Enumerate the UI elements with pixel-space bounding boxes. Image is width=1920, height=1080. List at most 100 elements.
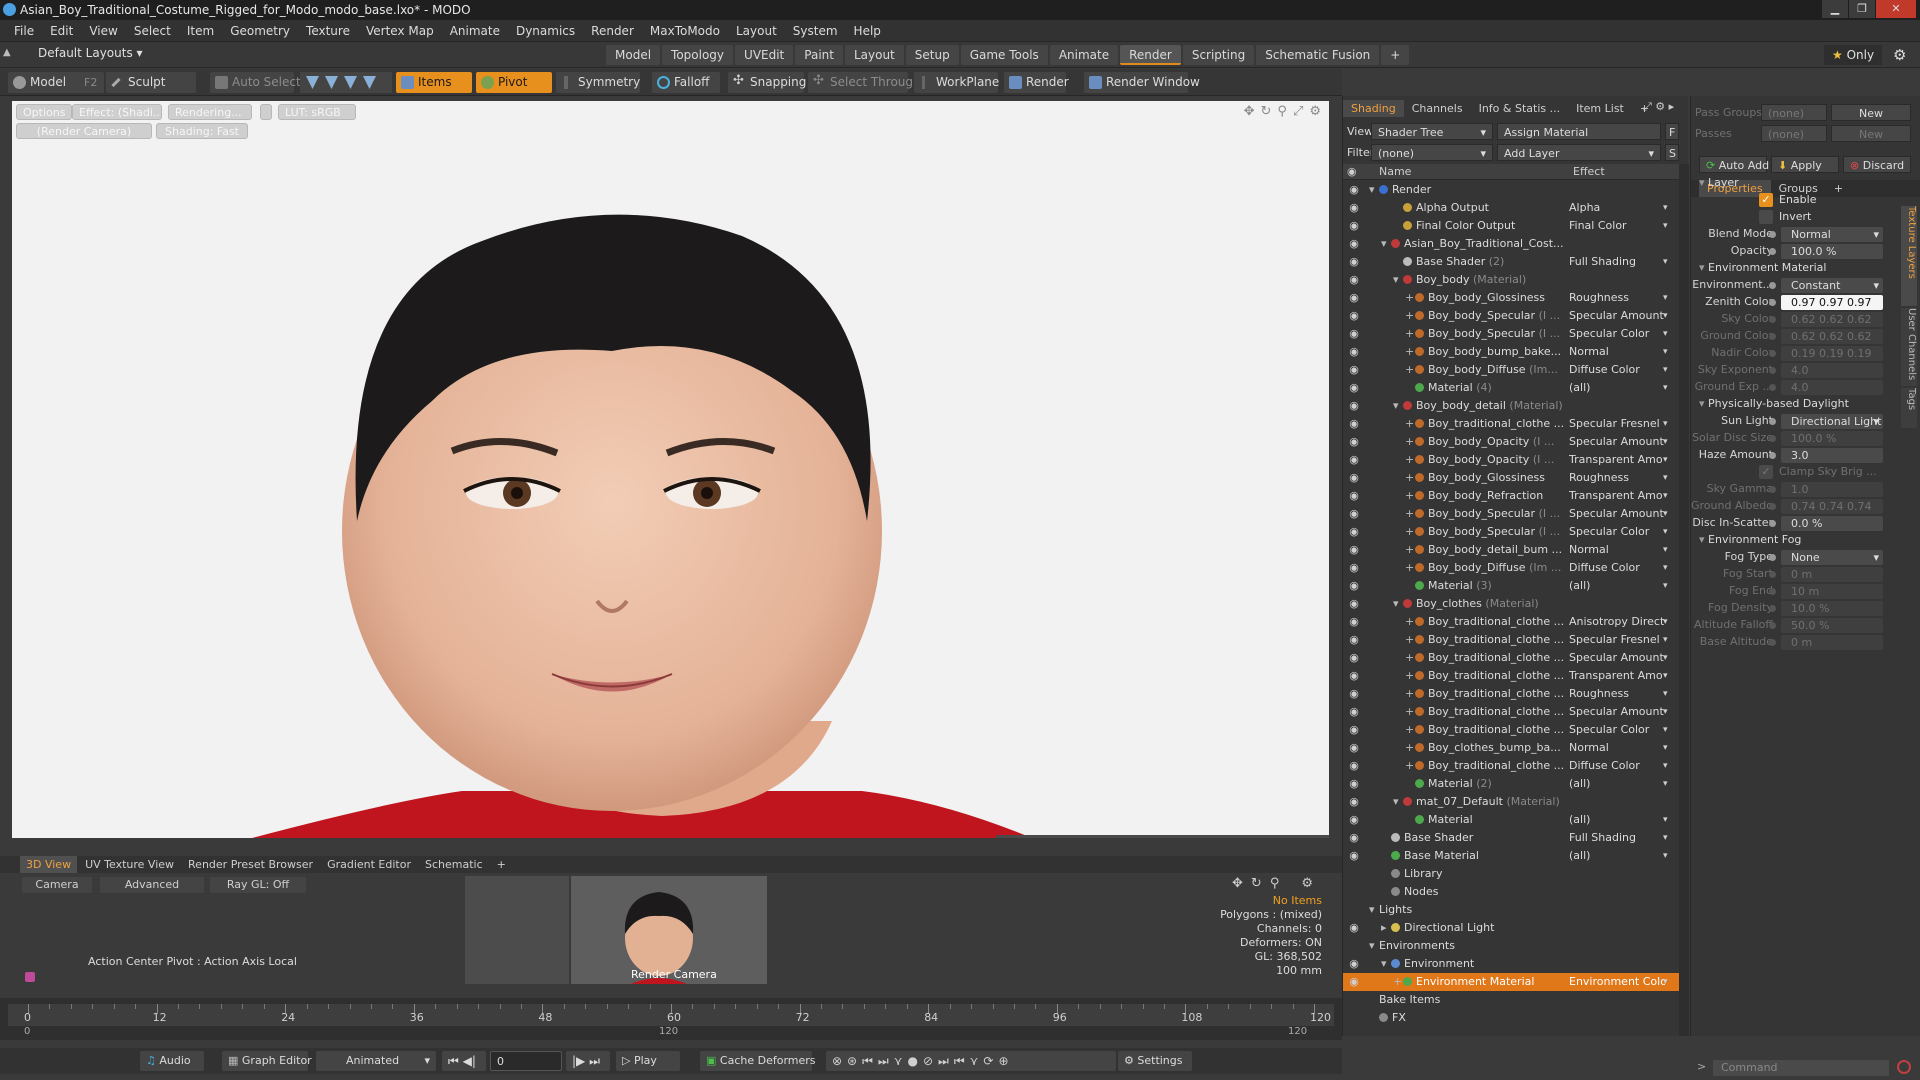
chevron-down-icon[interactable]: ▾ xyxy=(1663,703,1668,721)
shading-tab-shading[interactable]: Shading xyxy=(1343,100,1404,117)
menu-item-file[interactable]: File xyxy=(6,24,42,38)
play-button[interactable]: ▷ Play xyxy=(616,1051,680,1071)
shader-tree-row[interactable]: ◉ + Boy_body_bump_bake... Normal ▾ xyxy=(1343,343,1679,361)
visibility-eye-icon[interactable]: ◉ xyxy=(1347,433,1361,451)
layout-tab-animate[interactable]: Animate xyxy=(1049,45,1119,65)
collapse-icon[interactable]: ▲ xyxy=(3,48,13,58)
f-button[interactable]: F xyxy=(1665,123,1679,140)
bottom-gear-icon[interactable]: ⚙ xyxy=(1301,876,1313,891)
shader-item-effect[interactable]: Normal xyxy=(1569,343,1665,361)
col-name-header[interactable]: Name xyxy=(1379,165,1411,178)
solar-field[interactable]: 100.0 % xyxy=(1781,431,1883,446)
shader-item-effect[interactable]: Full Shading xyxy=(1569,829,1665,847)
expand-arrow-icon[interactable]: ▾ xyxy=(1393,397,1403,415)
shader-tree-row[interactable]: ◉ Final Color Output Final Color ▾ xyxy=(1343,217,1679,235)
settings-button[interactable]: ⚙ Settings xyxy=(1118,1051,1192,1071)
layout-tab-uvedit[interactable]: UVEdit xyxy=(735,45,794,65)
shader-tree-row[interactable]: ◉ ▾ Boy_clothes (Material) xyxy=(1343,595,1679,613)
fog_end-field[interactable]: 10 m xyxy=(1781,584,1883,599)
expand-plus-icon[interactable]: + xyxy=(1405,451,1415,469)
shader-tree-row[interactable]: ◉ + Boy_traditional_clothe ... Specular Amo… xyxy=(1343,649,1679,667)
chevron-down-icon[interactable]: ▾ xyxy=(1663,631,1668,649)
polygons-icon[interactable] xyxy=(344,76,357,89)
edges-icon[interactable] xyxy=(325,76,338,89)
section-sec_daylight[interactable]: ▾ Physically-based Daylight xyxy=(1699,397,1849,410)
expand-plus-icon[interactable]: + xyxy=(1405,703,1415,721)
shader-item-effect[interactable]: Specular Amount xyxy=(1569,307,1665,325)
advanced-button[interactable]: Advanced xyxy=(100,877,204,893)
expand-plus-icon[interactable]: + xyxy=(1405,415,1415,433)
shader-item-effect[interactable]: Transparent Amo ... xyxy=(1569,487,1665,505)
visibility-eye-icon[interactable]: ◉ xyxy=(1347,757,1361,775)
visibility-eye-icon[interactable]: ◉ xyxy=(1347,199,1361,217)
pass-groups-dropdown[interactable]: (none) xyxy=(1761,104,1827,121)
bottom-tab-schematic[interactable]: Schematic xyxy=(419,856,489,873)
shader-tree-row[interactable]: ◉ Material (all) ▾ xyxy=(1343,811,1679,829)
prop-tab--[interactable]: + xyxy=(1826,180,1851,197)
shader-tree-row[interactable]: ◉ + Boy_body_Glossiness Roughness ▾ xyxy=(1343,289,1679,307)
expand-arrow-icon[interactable]: ▾ xyxy=(1369,181,1379,199)
shading-tab-item-list[interactable]: Item List xyxy=(1568,100,1632,117)
shader-tree-row[interactable]: ◉ + Boy_traditional_clothe ... Specular Fre… xyxy=(1343,631,1679,649)
shader-tree-row[interactable]: ◉ Alpha Output Alpha ▾ xyxy=(1343,199,1679,217)
collapse-arrow-icon[interactable]: ▾ xyxy=(1699,533,1708,546)
visibility-eye-icon[interactable]: ◉ xyxy=(1347,451,1361,469)
invert-checkbox[interactable] xyxy=(1759,210,1773,224)
zenith-field[interactable]: 0.97 0.97 0.97 xyxy=(1781,295,1883,310)
only-toggle[interactable]: ★ Only xyxy=(1824,45,1883,65)
visibility-eye-icon[interactable]: ◉ xyxy=(1347,307,1361,325)
timeline[interactable]: 0 12 24 36 48 60 72 84 96 108 120 0 120 120 xyxy=(0,998,1342,1040)
shader-tree-row[interactable]: ◉ + Boy_clothes_bump_ba... Normal ▾ xyxy=(1343,739,1679,757)
apply-button[interactable]: ⬇ Apply xyxy=(1771,156,1839,173)
blend_mode-field[interactable]: Normal ▾ xyxy=(1781,227,1883,242)
shader-tree-row[interactable]: ◉ ▾ Boy_body (Material) xyxy=(1343,271,1679,289)
collapse-arrow-icon[interactable]: ▾ xyxy=(1699,176,1708,189)
visibility-eye-icon[interactable]: ◉ xyxy=(1347,775,1361,793)
transport-end-buttons[interactable]: |▶ ⏭ xyxy=(566,1051,610,1071)
expand-plus-icon[interactable]: + xyxy=(1405,757,1415,775)
animate-dot-icon[interactable] xyxy=(1769,452,1776,459)
menu-item-maxtomodo[interactable]: MaxToModo xyxy=(642,24,728,38)
chevron-down-icon[interactable]: ▾ xyxy=(1663,199,1668,217)
frame-input[interactable]: 0 xyxy=(490,1051,562,1071)
expand-arrow-icon[interactable]: ▾ xyxy=(1369,937,1379,955)
shader-item-effect[interactable]: Roughness xyxy=(1569,289,1665,307)
shader-tree-row[interactable]: ◉ ▾ mat_07_Default (Material) xyxy=(1343,793,1679,811)
shader-tree-row[interactable]: ◉ Base Shader (2) Full Shading ▾ xyxy=(1343,253,1679,271)
sky-field[interactable]: 0.62 0.62 0.62 xyxy=(1781,312,1883,327)
visibility-eye-icon[interactable]: ◉ xyxy=(1347,811,1361,829)
shader-tree-scrollbar[interactable] xyxy=(1679,164,1689,1036)
viewport-gear-icon[interactable]: ⚙ xyxy=(1309,104,1321,119)
render-button[interactable]: Render xyxy=(1004,72,1069,93)
animate-dot-icon[interactable] xyxy=(1769,622,1776,629)
animate-dot-icon[interactable] xyxy=(1769,350,1776,357)
expand-plus-icon[interactable]: + xyxy=(1405,307,1415,325)
animate-dot-icon[interactable] xyxy=(1769,299,1776,306)
shader-item-effect[interactable]: Specular Color xyxy=(1569,325,1665,343)
shader-item-effect[interactable]: Transparent Amo ... xyxy=(1569,667,1665,685)
bottom-zoom-icon[interactable]: ⚲ xyxy=(1270,876,1280,891)
visibility-eye-icon[interactable]: ◉ xyxy=(1347,271,1361,289)
chevron-down-icon[interactable]: ▾ xyxy=(1663,253,1668,271)
shader-tree-row[interactable]: Nodes xyxy=(1343,883,1679,901)
layout-tab--[interactable]: + xyxy=(1381,45,1410,65)
shader-item-effect[interactable]: Transparent Amo ... xyxy=(1569,451,1665,469)
ground-field[interactable]: 0.62 0.62 0.62 xyxy=(1781,329,1883,344)
animated-dropdown[interactable]: Animated ▾ xyxy=(316,1051,436,1071)
expand-arrow-icon[interactable]: ▾ xyxy=(1393,271,1403,289)
shader-item-effect[interactable]: Environment Color xyxy=(1569,973,1665,991)
shader-item-effect[interactable]: Specular Fresnel xyxy=(1569,415,1665,433)
expand-plus-icon[interactable]: + xyxy=(1405,505,1415,523)
chevron-down-icon[interactable]: ▾ xyxy=(1663,361,1668,379)
shader-tree-row[interactable]: ◉ Material (3) (all) ▾ xyxy=(1343,577,1679,595)
shader-tree-row[interactable]: ◉ + Boy_traditional_clothe ... Anisotropy D… xyxy=(1343,613,1679,631)
animate-dot-icon[interactable] xyxy=(1769,554,1776,561)
items-mode-button[interactable]: Items xyxy=(396,72,472,93)
menu-item-edit[interactable]: Edit xyxy=(42,24,81,38)
visibility-eye-icon[interactable]: ◉ xyxy=(1347,631,1361,649)
animate-dot-icon[interactable] xyxy=(1769,367,1776,374)
materials-icon[interactable] xyxy=(363,76,376,89)
shader-tree-row[interactable]: ◉ + Boy_body_Specular (I ... Specular Color… xyxy=(1343,523,1679,541)
maximize-button[interactable]: ❐ xyxy=(1849,0,1875,18)
chevron-down-icon[interactable]: ▾ xyxy=(1663,775,1668,793)
